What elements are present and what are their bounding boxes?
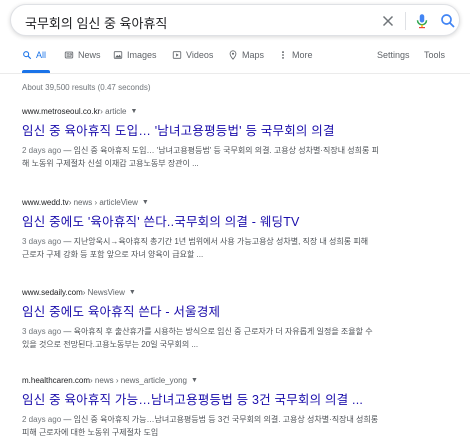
tab-label: News: [78, 50, 101, 60]
tab-label: Videos: [186, 50, 214, 60]
result-title[interactable]: 임신 중에도 육아휴직 쓴다 - 서울경제: [22, 301, 462, 320]
result-title[interactable]: 임신 중 육아휴직 도입… '남녀고용평등법' 등 국무회의 의결: [22, 120, 462, 139]
settings-link[interactable]: Settings: [377, 50, 410, 60]
tab-more[interactable]: More: [278, 50, 313, 60]
chevron-down-icon[interactable]: ▼: [130, 108, 137, 115]
tabs-divider: [0, 73, 470, 74]
search-result: www.sedaily.com › NewsView ▼ 임신 중에도 육아휴직…: [22, 288, 462, 351]
result-date: 3 days ago: [22, 237, 62, 246]
tab-label: Maps: [242, 50, 265, 60]
result-date: 3 days ago: [22, 327, 62, 336]
result-snippet: 3 days ago — 지난앙욱시→육아휴직 총기간 1년 범위에서 사용 가…: [22, 235, 462, 261]
result-snippet: 2 days ago — 임신 중 육아휴직 가능…남녀고용평등법 등 3건 국…: [22, 413, 462, 439]
result-title[interactable]: 임신 중 육아휴직 가능…남녀고용평등법 등 3건 국무회의 의결 ...: [22, 389, 462, 408]
search-tabs: All News Images Videos Maps More Setting…: [0, 44, 470, 74]
chevron-down-icon[interactable]: ▼: [129, 289, 136, 296]
result-date: 2 days ago: [22, 415, 62, 424]
search-result: www.metroseoul.co.kr › article ▼ 임신 중 육아…: [22, 107, 462, 170]
result-url[interactable]: m.healthcaren.com › news › news_article_…: [22, 376, 462, 385]
tab-label: Tools: [424, 50, 446, 60]
result-snippet: 2 days ago — 임신 중 육아휴직 도입… '남녀고용평등법' 등 국…: [22, 144, 462, 170]
result-breadcrumb: › news › news_article_yong: [90, 376, 187, 385]
search-result: www.wedd.tv › news › articleView ▼ 임신 중에…: [22, 198, 462, 261]
result-stats: About 39,500 results (0.47 seconds): [22, 83, 151, 92]
result-breadcrumb: › article: [100, 107, 127, 116]
tab-videos[interactable]: Videos: [172, 50, 213, 60]
result-title[interactable]: 임신 중에도 '육아휴직' 쓴다..국무회의 의결 - 웨딩TV: [22, 211, 462, 230]
search-box[interactable]: 국무회의 임신 중 육아휴직: [10, 4, 460, 36]
snippet-line: 해 노동위 구제절차 신설 이재갑 고용노동부 장관이 ...: [22, 159, 199, 168]
result-url[interactable]: www.wedd.tv › news › articleView ▼: [22, 198, 462, 207]
tab-label: Images: [127, 50, 157, 60]
search-icon: [23, 51, 32, 60]
more-vertical-icon: [282, 51, 284, 59]
snippet-line: — 임신 중 육아휴직 가능…남녀고용평등법 등 3건 국무회의 의결. 고용상…: [61, 415, 379, 424]
news-icon: [64, 51, 74, 59]
tab-all[interactable]: All: [22, 50, 46, 60]
video-icon: [172, 51, 182, 59]
snippet-line: — 임신 중 육아휴직 도입… '남녀고용평등법' 등 국무회의 의결. 고용상…: [61, 146, 379, 155]
image-icon: [113, 51, 123, 59]
chevron-down-icon[interactable]: ▼: [191, 377, 198, 384]
tab-label: All: [36, 50, 47, 60]
search-icon[interactable]: [439, 12, 457, 30]
result-url[interactable]: www.metroseoul.co.kr › article ▼: [22, 107, 462, 116]
tab-maps[interactable]: Maps: [228, 50, 264, 60]
result-url[interactable]: www.sedaily.com › NewsView ▼: [22, 288, 462, 297]
result-domain: www.wedd.tv: [22, 198, 69, 207]
snippet-line: 있을 것으로 전망된다.고용노동부는 20일 국무회의 ...: [22, 340, 199, 349]
result-snippet: 3 days ago — 육아휴직 후 출산휴가를 시용하는 방식으로 임신 중…: [22, 325, 462, 351]
result-domain: m.healthcaren.com: [22, 376, 91, 385]
search-result: m.healthcaren.com › news › news_article_…: [22, 376, 462, 439]
result-breadcrumb: › news › articleView: [68, 198, 138, 207]
snippet-line: 근로자 구제 강화 등 포함 앞으로 자녀 양육이 급요할 ...: [22, 250, 204, 259]
result-domain: www.metroseoul.co.kr: [22, 107, 101, 116]
search-input[interactable]: 국무회의 임신 중 육아휴직: [25, 13, 167, 32]
snippet-line: 피해 근로자에 대한 노동위 구제절차 도입: [22, 428, 159, 437]
chevron-down-icon[interactable]: ▼: [142, 199, 149, 206]
map-pin-icon: [229, 50, 237, 60]
microphone-icon[interactable]: [413, 12, 431, 30]
result-breadcrumb: › NewsView: [82, 288, 125, 297]
result-domain: www.sedaily.com: [22, 288, 83, 297]
close-icon[interactable]: [379, 12, 397, 30]
snippet-line: — 지난앙욱시→육아휴직 총기간 1년 범위에서 사용 가능고용상 성차별, 직…: [61, 237, 369, 246]
tab-label: More: [292, 50, 313, 60]
tab-images[interactable]: Images: [113, 50, 157, 60]
result-date: 2 days ago: [22, 146, 62, 155]
tab-label: Settings: [377, 50, 410, 60]
snippet-line: — 육아휴직 후 출산휴가를 시용하는 방식으로 임신 중 근로자가 더 자유롭…: [61, 327, 373, 336]
tab-news[interactable]: News: [64, 50, 101, 60]
tools-link[interactable]: Tools: [424, 50, 445, 60]
search-divider: [405, 12, 406, 30]
